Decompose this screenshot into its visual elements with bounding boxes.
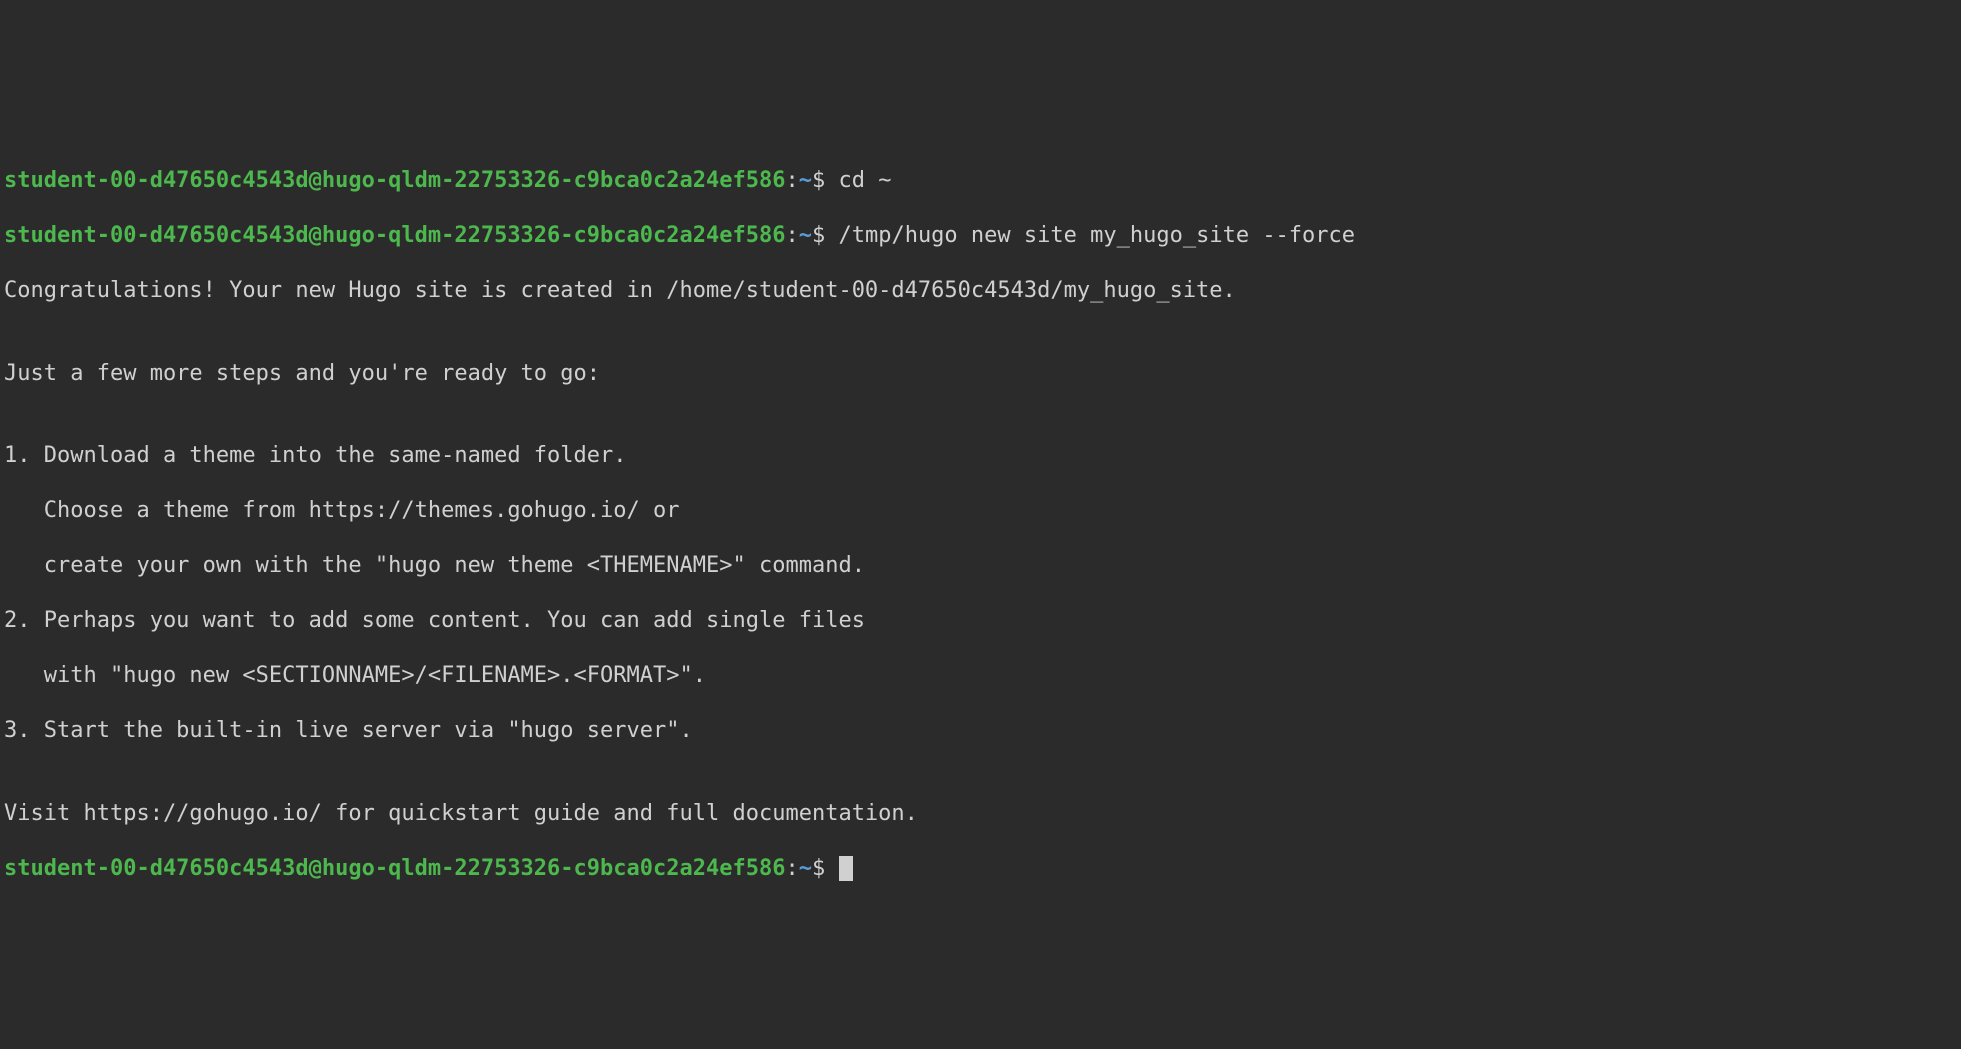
terminal-viewport[interactable]: student-00-d47650c4543d@hugo-qldm-227533… [0, 138, 1961, 912]
output-step-1b: Choose a theme from https://themes.gohug… [4, 497, 1957, 525]
prompt-sep: : [785, 856, 798, 881]
prompt-line-1: student-00-d47650c4543d@hugo-qldm-227533… [4, 167, 1957, 195]
prompt-line-2: student-00-d47650c4543d@hugo-qldm-227533… [4, 222, 1957, 250]
output-step-2a: 2. Perhaps you want to add some content.… [4, 607, 1957, 635]
prompt-userhost: student-00-d47650c4543d@hugo-qldm-227533… [4, 856, 785, 881]
prompt-path: ~ [799, 168, 812, 193]
prompt-path: ~ [799, 223, 812, 248]
output-step-1a: 1. Download a theme into the same-named … [4, 442, 1957, 470]
prompt-path: ~ [799, 856, 812, 881]
command-cd: cd ~ [838, 168, 891, 193]
output-intro: Just a few more steps and you're ready t… [4, 360, 1957, 388]
prompt-dollar: $ [812, 168, 825, 193]
prompt-userhost: student-00-d47650c4543d@hugo-qldm-227533… [4, 168, 785, 193]
output-step-1c: create your own with the "hugo new theme… [4, 552, 1957, 580]
output-step-2b: with "hugo new <SECTIONNAME>/<FILENAME>.… [4, 662, 1957, 690]
prompt-line-3: student-00-d47650c4543d@hugo-qldm-227533… [4, 855, 1957, 883]
output-visit: Visit https://gohugo.io/ for quickstart … [4, 800, 1957, 828]
cursor-icon [839, 856, 852, 880]
prompt-userhost: student-00-d47650c4543d@hugo-qldm-227533… [4, 223, 785, 248]
prompt-sep: : [785, 223, 798, 248]
prompt-dollar: $ [812, 223, 825, 248]
output-step-3: 3. Start the built-in live server via "h… [4, 717, 1957, 745]
output-congrats: Congratulations! Your new Hugo site is c… [4, 277, 1957, 305]
prompt-dollar: $ [812, 856, 825, 881]
prompt-sep: : [785, 168, 798, 193]
command-hugo-new-site: /tmp/hugo new site my_hugo_site --force [838, 223, 1355, 248]
